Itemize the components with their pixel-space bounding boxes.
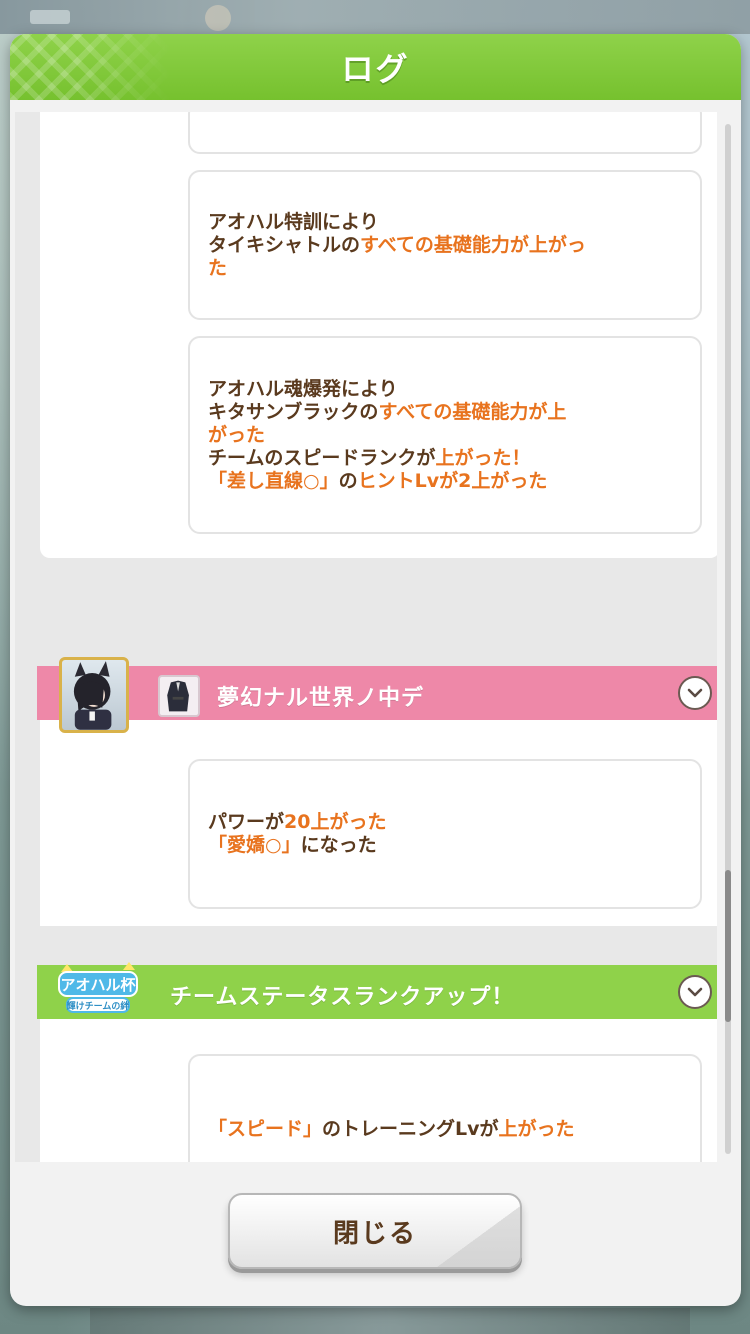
log-entry: アオハル特訓により タイキシャトルのすべての基礎能力が上がった	[188, 170, 702, 320]
character-portrait-icon	[59, 657, 129, 733]
log-entry: パワーが20上がった 「愛嬌○」になった	[188, 759, 702, 909]
background-bottom-strip	[90, 1308, 690, 1334]
log-text: キタサンブラックの	[208, 401, 379, 423]
outfit-icon	[158, 675, 200, 717]
log-entry: 「スピード」のトレーニングLvが上がった	[188, 1054, 702, 1162]
log-entry-text: アオハル特訓により タイキシャトルのすべての基礎能力が上がった	[208, 211, 682, 280]
aoharu-cup-logo-icon: アオハル杯 輝けチームの絆	[53, 960, 143, 1020]
dialog-header: ログ	[10, 34, 741, 100]
chevron-down-icon[interactable]	[678, 676, 712, 710]
highlighted-text: た	[208, 257, 228, 279]
log-text: アオハル魂爆発により	[208, 378, 398, 400]
dialog-title: ログ	[341, 50, 410, 88]
highlighted-text: 20上がった	[284, 811, 387, 833]
log-entry-text: 「スピード」のトレーニングLvが上がった	[208, 1118, 682, 1141]
log-entry-text: パワーが20上がった 「愛嬌○」になった	[208, 811, 682, 857]
highlighted-text: 「スピード」	[208, 1118, 323, 1140]
highlighted-text: 「差し直線○」	[208, 470, 339, 492]
log-dialog: ログ アオハル特訓により タイキシャトルのすべての基礎能力が上がった アオハル魂爆…	[10, 34, 741, 1306]
log-entry: アオハル魂爆発により キタサンブラックのすべての基礎能力が上がった チームのスピード…	[188, 336, 702, 534]
event-banner-mugen[interactable]: 夢幻ナル世界ノ中デ	[37, 666, 717, 720]
highlighted-text: すべての基礎能力が上がっ	[360, 234, 586, 256]
highlighted-text: 「愛嬌○」	[208, 834, 301, 856]
close-button[interactable]: 閉じる	[228, 1193, 522, 1269]
highlighted-text: 上がった	[498, 1118, 575, 1140]
log-text: アオハル特訓により	[208, 211, 379, 233]
highlighted-text: ヒントLvが2上がった	[357, 470, 548, 492]
background-coin-icon	[205, 5, 231, 31]
highlighted-text: 上がった！	[435, 447, 531, 469]
log-text: になった	[300, 834, 377, 856]
log-group-1: アオハル特訓により タイキシャトルのすべての基礎能力が上がった アオハル魂爆発によ…	[40, 112, 717, 558]
header-pattern	[10, 34, 170, 100]
highlighted-text: すべての基礎能力が上	[378, 401, 567, 423]
log-entry-text: アオハル魂爆発により キタサンブラックのすべての基礎能力が上がった チームのスピード…	[208, 378, 682, 493]
log-entry-partial	[188, 112, 702, 154]
log-text: のトレーニングLvが	[322, 1118, 499, 1140]
event-banner-title: 夢幻ナル世界ノ中デ	[217, 686, 425, 711]
logo-text: アオハル杯	[60, 976, 136, 994]
background-blur-shape	[30, 10, 70, 24]
log-scroll-area[interactable]: アオハル特訓により タイキシャトルのすべての基礎能力が上がった アオハル魂爆発によ…	[15, 112, 717, 1162]
log-text: の	[338, 470, 358, 492]
log-text: チームのスピードランクが	[208, 447, 436, 469]
chevron-down-icon[interactable]	[678, 975, 712, 1009]
background-top-bar	[0, 0, 750, 34]
logo-subtext: 輝けチームの絆	[67, 1000, 130, 1012]
scrollbar[interactable]	[725, 124, 731, 1154]
scrollbar-thumb[interactable]	[725, 870, 731, 1022]
log-text: タイキシャトルの	[208, 234, 361, 256]
event-banner-title: チームステータスランクアップ！	[170, 985, 515, 1010]
highlighted-text: がった	[208, 424, 266, 446]
log-text: パワーが	[208, 811, 285, 833]
close-button-label: 閉じる	[332, 1218, 417, 1249]
